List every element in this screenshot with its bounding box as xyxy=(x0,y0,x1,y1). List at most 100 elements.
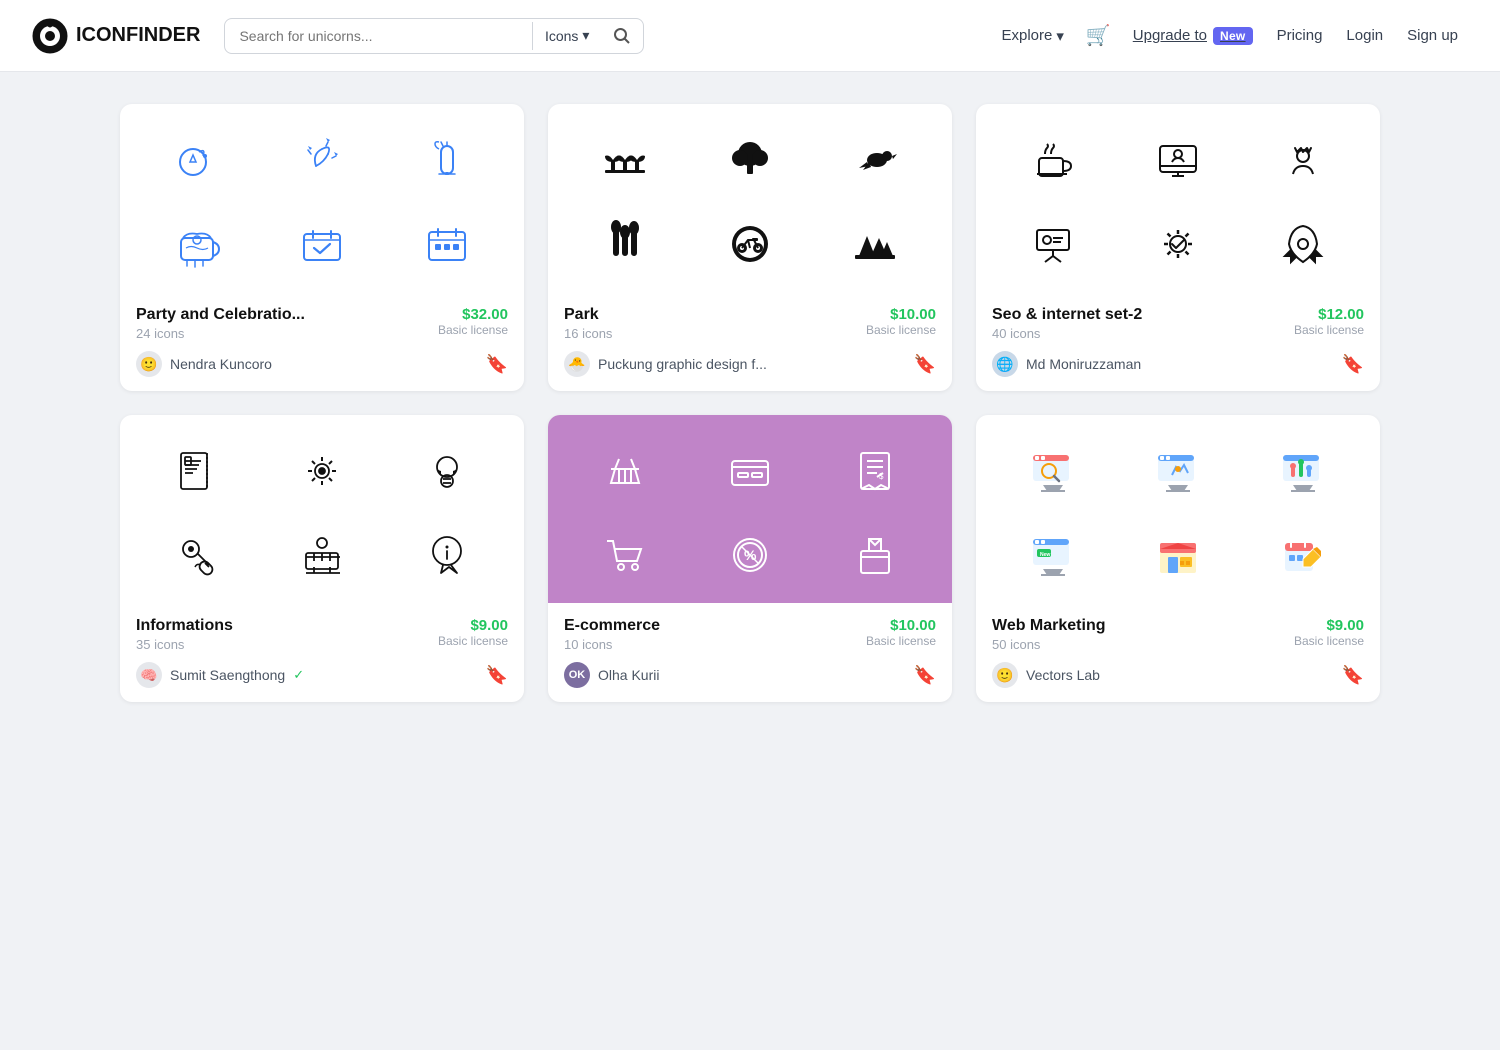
icon-cell xyxy=(996,124,1109,196)
new-badge: New xyxy=(1213,27,1253,45)
icon-preview-grid xyxy=(140,124,504,280)
explore-chevron-icon: ▾ xyxy=(1056,27,1064,45)
author-webmarketing[interactable]: 🙂 Vectors Lab xyxy=(992,662,1100,688)
card-license: Basic license xyxy=(438,634,508,648)
card-title: E-commerce xyxy=(564,617,660,635)
card-preview-park xyxy=(548,104,952,292)
logo-text: ICONFINDER xyxy=(76,24,200,47)
author-avatar: 🐣 xyxy=(564,351,590,377)
icon-cell: New xyxy=(996,519,1109,591)
icon-cell xyxy=(1121,208,1234,280)
icon-cell xyxy=(391,124,504,196)
logo-icon xyxy=(32,18,68,54)
author-info[interactable]: 🧠 Sumit Saengthong ✓ xyxy=(136,662,304,688)
icon-cell xyxy=(391,519,504,591)
card-footer-seo: 🌐 Md Moniruzzaman 🔖 xyxy=(976,341,1380,391)
icon-cell: % xyxy=(693,519,806,591)
card-license: Basic license xyxy=(1294,634,1364,648)
login-nav[interactable]: Login xyxy=(1336,21,1393,50)
search-icon xyxy=(613,27,631,45)
card-title: Park xyxy=(564,306,612,324)
author-name: Vectors Lab xyxy=(1026,667,1100,683)
signup-nav[interactable]: Sign up xyxy=(1397,21,1468,50)
author-avatar: 🙂 xyxy=(136,351,162,377)
icon-cell xyxy=(1121,435,1234,507)
card-price: $9.00 xyxy=(1294,617,1364,634)
icon-cell xyxy=(693,208,806,280)
card-license: Basic license xyxy=(866,323,936,337)
icon-cell xyxy=(140,208,253,280)
verified-badge: ✓ xyxy=(293,667,304,683)
card-price: $10.00 xyxy=(866,306,936,323)
card-footer-info: 🧠 Sumit Saengthong ✓ 🔖 xyxy=(120,652,524,702)
card-info-seo: Seo & internet set-2 40 icons $12.00 Bas… xyxy=(976,292,1380,341)
author-seo[interactable]: 🌐 Md Moniruzzaman xyxy=(992,351,1141,377)
icon-cell xyxy=(140,435,253,507)
card-price: $32.00 xyxy=(438,306,508,323)
card-preview-webmarketing: New xyxy=(976,415,1380,603)
bookmark-icon[interactable]: 🔖 xyxy=(914,665,936,686)
author-name: Nendra Kuncoro xyxy=(170,356,272,372)
card-info-ecommerce: E-commerce 10 icons $10.00 Basic license xyxy=(548,603,952,652)
search-button[interactable] xyxy=(601,19,643,53)
author-avatar: 🧠 xyxy=(136,662,162,688)
author-park[interactable]: 🐣 Puckung graphic design f... xyxy=(564,351,767,377)
icon-cell xyxy=(1247,435,1360,507)
icon-cell xyxy=(391,208,504,280)
author-party[interactable]: 🙂 Nendra Kuncoro xyxy=(136,351,272,377)
author-avatar: OK xyxy=(564,662,590,688)
icon-preview-grid xyxy=(140,435,504,591)
logo[interactable]: ICONFINDER xyxy=(32,18,200,54)
card-preview-info xyxy=(120,415,524,603)
bookmark-icon[interactable]: 🔖 xyxy=(1342,354,1364,375)
bookmark-icon[interactable]: 🔖 xyxy=(486,354,508,375)
search-type-dropdown[interactable]: Icons ▾ xyxy=(533,19,602,52)
card-preview-party xyxy=(120,104,524,292)
card-webmarketing: New xyxy=(976,415,1380,702)
nav-links: Explore ▾ 🛒 Upgrade to New Pricing Login… xyxy=(991,17,1468,54)
bookmark-icon[interactable]: 🔖 xyxy=(914,354,936,375)
card-title: Seo & internet set-2 xyxy=(992,306,1142,324)
icon-cell xyxy=(819,208,932,280)
card-count: 50 icons xyxy=(992,637,1106,652)
upgrade-button[interactable]: Upgrade to New xyxy=(1123,21,1263,51)
card-info-park: Park 16 icons $10.00 Basic license xyxy=(548,292,952,341)
card-footer-ecommerce: OK Olha Kurii 🔖 xyxy=(548,652,952,702)
search-input[interactable] xyxy=(225,20,532,52)
icon-cell xyxy=(819,124,932,196)
bookmark-icon[interactable]: 🔖 xyxy=(1342,665,1364,686)
icon-cell xyxy=(568,519,681,591)
card-party: Party and Celebratio... 24 icons $32.00 … xyxy=(120,104,524,391)
bookmark-icon[interactable]: 🔖 xyxy=(486,665,508,686)
author-avatar: 🌐 xyxy=(992,351,1018,377)
icon-cell xyxy=(1247,519,1360,591)
pricing-label: Pricing xyxy=(1277,27,1323,44)
card-footer-party: 🙂 Nendra Kuncoro 🔖 xyxy=(120,341,524,391)
author-avatar: 🙂 xyxy=(992,662,1018,688)
icon-set-grid: Party and Celebratio... 24 icons $32.00 … xyxy=(120,104,1380,702)
icon-cell xyxy=(1247,208,1360,280)
card-license: Basic license xyxy=(1294,323,1364,337)
explore-nav[interactable]: Explore ▾ xyxy=(991,21,1073,51)
author-name: Md Moniruzzaman xyxy=(1026,356,1141,372)
card-title: Web Marketing xyxy=(992,617,1106,635)
cart-icon[interactable]: 🛒 xyxy=(1078,17,1119,54)
icon-cell xyxy=(265,124,378,196)
search-type-label: Icons xyxy=(545,28,578,44)
card-count: 24 icons xyxy=(136,326,305,341)
card-price: $9.00 xyxy=(438,617,508,634)
card-info-info: Informations 35 icons $9.00 Basic licens… xyxy=(120,603,524,652)
chevron-down-icon: ▾ xyxy=(582,27,589,44)
icon-cell xyxy=(1121,519,1234,591)
card-footer-webmarketing: 🙂 Vectors Lab 🔖 xyxy=(976,652,1380,702)
author-ecommerce[interactable]: OK Olha Kurii xyxy=(564,662,659,688)
icon-cell xyxy=(819,519,932,591)
icon-cell xyxy=(140,519,253,591)
header: ICONFINDER Icons ▾ Explore ▾ 🛒 Upgrade t… xyxy=(0,0,1500,72)
icon-preview-grid xyxy=(996,124,1360,280)
card-count: 40 icons xyxy=(992,326,1142,341)
card-informations: Informations 35 icons $9.00 Basic licens… xyxy=(120,415,524,702)
icon-cell xyxy=(265,435,378,507)
card-license: Basic license xyxy=(438,323,508,337)
pricing-nav[interactable]: Pricing xyxy=(1267,21,1333,50)
